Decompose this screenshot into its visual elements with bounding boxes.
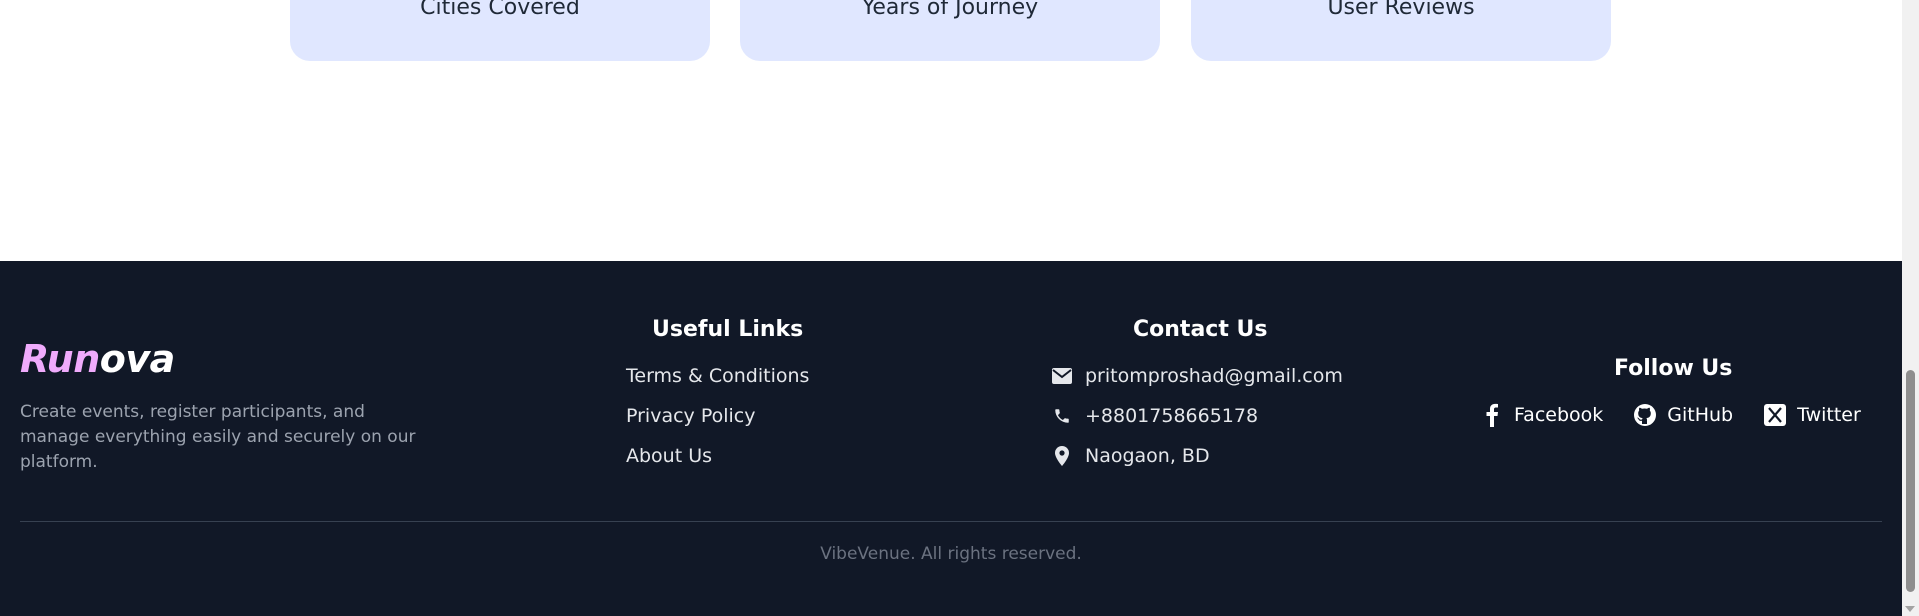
social-facebook-label: Facebook: [1514, 404, 1604, 426]
footer: Runova Create events, register participa…: [0, 261, 1902, 616]
contact-phone-text: +8801758665178: [1085, 405, 1259, 427]
link-about-us[interactable]: About Us: [626, 445, 712, 467]
contact-location: Naogaon, BD: [1052, 445, 1210, 467]
x-twitter-icon: [1763, 403, 1787, 427]
brand-logo[interactable]: Runova: [20, 337, 175, 381]
footer-tagline: Create events, register participants, an…: [20, 402, 416, 472]
contact-email: pritomproshad@gmail.com: [1052, 365, 1343, 387]
github-icon: [1633, 403, 1657, 427]
envelope-icon: [1052, 366, 1072, 386]
footer-divider: [20, 521, 1882, 522]
link-terms-conditions[interactable]: Terms & Conditions: [626, 365, 809, 387]
contact-phone: +8801758665178: [1052, 405, 1258, 427]
phone-icon: [1052, 406, 1072, 426]
social-twitter-link[interactable]: Twitter: [1763, 403, 1861, 427]
stat-card-label: User Reviews: [1327, 0, 1475, 20]
stat-card-label: Cities Covered: [420, 0, 580, 20]
follow-us-title: Follow Us: [1614, 356, 1733, 381]
copyright-text: VibeVenue. All rights reserved.: [820, 544, 1082, 564]
useful-links-title: Useful Links: [652, 317, 804, 342]
page: Cities Covered Years of Journey User Rev…: [0, 0, 1919, 616]
stat-card-label: Years of Journey: [861, 0, 1039, 20]
brand-logo-part-run: Run: [20, 337, 100, 381]
stats-section: Cities Covered Years of Journey User Rev…: [0, 0, 1902, 61]
map-pin-icon: [1052, 446, 1072, 466]
social-github-label: GitHub: [1667, 404, 1734, 426]
scrollbar-thumb[interactable]: [1906, 370, 1915, 592]
brand-logo-part-ova: ova: [99, 337, 176, 381]
link-privacy-policy[interactable]: Privacy Policy: [626, 405, 755, 427]
stat-card-cities: Cities Covered: [290, 0, 710, 61]
social-links: Facebook GitHub Twitter: [1480, 403, 1891, 427]
contact-us-title: Contact Us: [1133, 317, 1268, 342]
social-facebook-link[interactable]: Facebook: [1480, 403, 1603, 427]
stat-card-years: Years of Journey: [740, 0, 1160, 61]
contact-email-text: pritomproshad@gmail.com: [1085, 365, 1343, 387]
scroll-down-arrow-icon[interactable]: [1905, 606, 1915, 612]
stat-card-reviews: User Reviews: [1191, 0, 1611, 61]
social-twitter-label: Twitter: [1797, 404, 1861, 426]
contact-location-text: Naogaon, BD: [1085, 445, 1210, 467]
facebook-icon: [1480, 403, 1504, 427]
social-github-link[interactable]: GitHub: [1633, 403, 1733, 427]
vertical-scrollbar[interactable]: [1902, 0, 1919, 616]
